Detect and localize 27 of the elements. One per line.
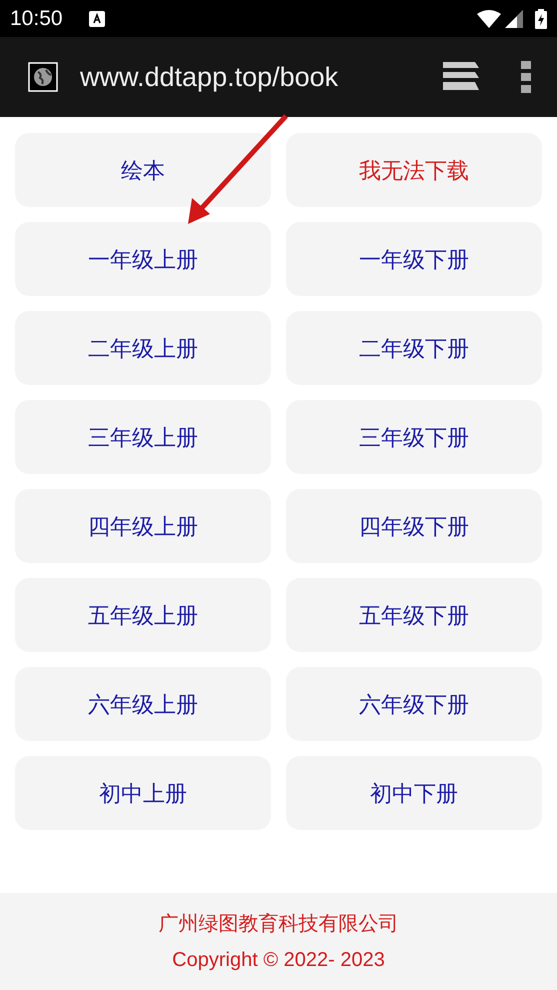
grade-button[interactable]: 我无法下载 [286,133,542,207]
grade-button[interactable]: 三年级下册 [286,400,542,474]
grade-button[interactable]: 三年级上册 [15,400,271,474]
battery-icon [535,8,547,28]
status-time: 10:50 [10,6,63,32]
grade-button[interactable]: 一年级上册 [15,222,271,296]
keyboard-notification-icon [88,10,105,26]
grade-button[interactable]: 四年级上册 [15,489,271,563]
grade-button[interactable]: 一年级下册 [286,222,542,296]
grade-button[interactable]: 六年级下册 [286,667,542,741]
grade-button[interactable]: 五年级上册 [15,578,271,652]
grade-button[interactable]: 六年级上册 [15,667,271,741]
copyright-text: Copyright © 2022- 2023 [172,948,385,972]
signal-icon [505,10,523,28]
grade-button[interactable]: 五年级下册 [286,578,542,652]
grade-button[interactable]: 四年级下册 [286,489,542,563]
wifi-icon [477,10,501,28]
grade-button[interactable]: 二年级上册 [15,311,271,385]
company-name: 广州绿图教育科技有限公司 [158,912,398,936]
grade-button[interactable]: 初中下册 [286,756,542,830]
url-text[interactable]: www.ddtapp.top/book [80,56,338,98]
grade-button[interactable]: 初中上册 [15,756,271,830]
tabs-icon[interactable] [443,62,481,92]
menu-icon[interactable] [521,61,531,93]
grade-button[interactable]: 绘本 [15,133,271,207]
grade-button[interactable]: 二年级下册 [286,311,542,385]
globe-icon [28,62,58,92]
